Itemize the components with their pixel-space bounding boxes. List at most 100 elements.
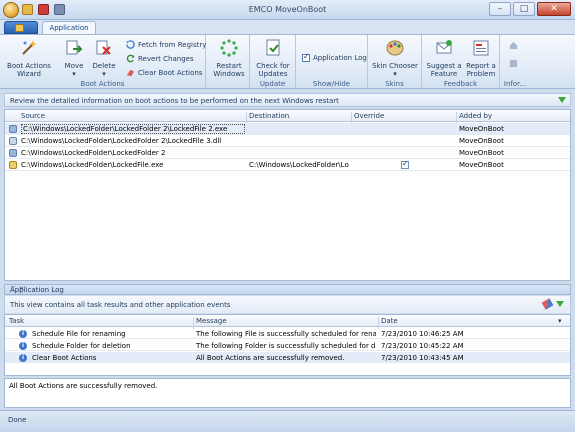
skin-chooser-label: Skin Chooser [372, 62, 418, 70]
cell-source: C:\Windows\LockedFolder\LockedFile.exe [21, 161, 164, 169]
grid-row[interactable]: C:\Windows\LockedFolder\LockedFolder 2 M… [5, 147, 570, 159]
revert-changes-button[interactable]: Revert Changes [126, 54, 194, 63]
cell-message: All Boot Actions are successfully remove… [196, 354, 345, 362]
clear-icon [126, 69, 135, 77]
home-icon [509, 41, 518, 50]
filter-icon[interactable] [556, 301, 564, 307]
chevron-down-icon: ▾ [102, 70, 106, 78]
about-button[interactable] [509, 59, 518, 68]
home-button[interactable] [509, 41, 518, 50]
skin-chooser-button[interactable]: Skin Chooser ▾ [372, 38, 418, 78]
grid-row[interactable]: C:\Windows\LockedFolder\LockedFile.exe C… [5, 159, 570, 171]
wizard-icon [22, 40, 37, 55]
palette-icon [386, 40, 404, 56]
group-boot-actions: Boot Actions Wizard Move ▾ Delete ▾ Fetc… [0, 35, 206, 89]
restart-label-2: Windows [213, 70, 245, 78]
filter-icon[interactable] [558, 97, 566, 103]
restart-label-1: Restart [216, 62, 242, 70]
move-file-icon [9, 161, 17, 169]
log-detail-box[interactable]: All Boot Actions are successfully remove… [4, 378, 571, 408]
log-row[interactable]: i Clear Boot Actions All Boot Actions ar… [5, 352, 570, 363]
clear-boot-actions-button[interactable]: Clear Boot Actions [126, 68, 202, 77]
cell-message: The following Folder is successfully sch… [196, 342, 376, 350]
cell-task: Schedule File for renaming [32, 330, 126, 338]
delete-icon [96, 40, 111, 55]
check-updates-icon [266, 39, 280, 56]
log-detail-text: All Boot Actions are successfully remove… [9, 382, 158, 390]
folder-icon [9, 149, 17, 157]
application-log-label: Application Log [313, 54, 367, 62]
check-updates-label-2: Updates [258, 70, 288, 78]
group-label-skins: Skins [385, 80, 404, 88]
cell-destination: C:\Windows\LockedFolder\Loc... [249, 161, 349, 169]
fetch-icon [126, 40, 135, 49]
application-log-checkbox[interactable] [302, 52, 310, 62]
suggest-label-2: Feature [430, 70, 458, 78]
info-icon: i [19, 330, 27, 338]
restart-windows-button[interactable]: Restart Windows [212, 38, 246, 78]
group-label-info: Infor... [503, 80, 527, 88]
fetch-from-registry-button[interactable]: Fetch from Registry [126, 40, 206, 49]
report-label-1: Report a [466, 62, 496, 70]
chevron-down-icon: ▾ [393, 70, 397, 78]
wizard-label-1: Boot Actions [7, 62, 51, 70]
cell-added-by: MoveOnBoot [459, 161, 504, 169]
override-checkbox[interactable] [401, 159, 409, 169]
column-source[interactable]: Source [21, 112, 45, 120]
info-text: Review the detailed information on boot … [10, 97, 339, 105]
column-task[interactable]: Task [9, 317, 24, 325]
delete-button[interactable]: Delete ▾ [90, 38, 118, 78]
revert-icon [126, 54, 135, 63]
status-bar: Done [0, 410, 575, 432]
cell-task: Clear Boot Actions [32, 354, 97, 362]
eraser-icon[interactable] [541, 298, 554, 310]
panel-pin-close-icons[interactable]: ⊤ ✕ [10, 285, 566, 293]
title-bar: EMCO MoveOnBoot – □ ✕ [0, 0, 575, 20]
revert-label: Revert Changes [138, 54, 194, 63]
grid-row[interactable]: C:\Windows\LockedFolder\LockedFolder 2\L… [5, 135, 570, 147]
column-date[interactable]: Date [381, 317, 398, 325]
minimize-button[interactable]: – [489, 2, 511, 16]
cell-added-by: MoveOnBoot [459, 137, 504, 145]
suggest-feature-button[interactable]: Suggest a Feature [426, 38, 462, 78]
file-icon [9, 125, 17, 133]
cell-task: Schedule Folder for deletion [32, 342, 131, 350]
cell-added-by: MoveOnBoot [459, 149, 504, 157]
boot-actions-grid: Source Destination Override Added by C:\… [4, 109, 571, 281]
group-skins: Skin Chooser ▾ Skins [368, 35, 422, 89]
tab-application[interactable]: Application [42, 21, 96, 35]
move-button[interactable]: Move ▾ [60, 38, 88, 78]
maximize-button[interactable]: □ [513, 2, 535, 16]
file-icon [9, 137, 17, 145]
cell-message: The following File is successfully sched… [196, 330, 376, 338]
grid-header: Source Destination Override Added by [5, 110, 570, 124]
window-controls: – □ ✕ [489, 2, 571, 16]
application-log-toggle[interactable]: Application Log [302, 52, 367, 62]
report-icon [473, 40, 489, 56]
fetch-label: Fetch from Registry [138, 40, 207, 49]
cell-date: 7/23/2010 10:46:25 AM [381, 330, 464, 338]
log-row[interactable]: i Schedule Folder for deletion The follo… [5, 340, 570, 351]
cell-source: C:\Windows\LockedFolder\LockedFolder 2\L… [21, 137, 222, 145]
column-message[interactable]: Message [196, 317, 227, 325]
report-problem-button[interactable]: Report a Problem [464, 38, 498, 78]
grid-row[interactable]: C:\Windows\LockedFolder\LockedFolder 2\L… [5, 123, 570, 135]
restart-icon [220, 39, 238, 57]
close-button[interactable]: ✕ [537, 2, 571, 16]
boot-actions-wizard-button[interactable]: Boot Actions Wizard [4, 38, 54, 78]
suggest-label-1: Suggest a [426, 62, 462, 70]
column-added-by[interactable]: Added by [459, 112, 492, 120]
column-override[interactable]: Override [354, 112, 384, 120]
ribbon: Boot Actions Wizard Move ▾ Delete ▾ Fetc… [0, 34, 575, 89]
check-updates-label-1: Check for [256, 62, 290, 70]
file-menu-button[interactable] [4, 21, 38, 34]
chevron-down-icon[interactable]: ▾ [558, 317, 562, 325]
cell-added-by: MoveOnBoot [459, 125, 504, 133]
wizard-label-2: Wizard [17, 70, 41, 78]
suggest-icon [436, 40, 452, 54]
group-label-feedback: Feedback [443, 80, 478, 88]
application-log-info: This view contains all task results and … [4, 296, 571, 313]
check-for-updates-button[interactable]: Check for Updates [254, 38, 292, 78]
log-row[interactable]: i Schedule File for renaming The followi… [5, 328, 570, 339]
column-destination[interactable]: Destination [249, 112, 289, 120]
